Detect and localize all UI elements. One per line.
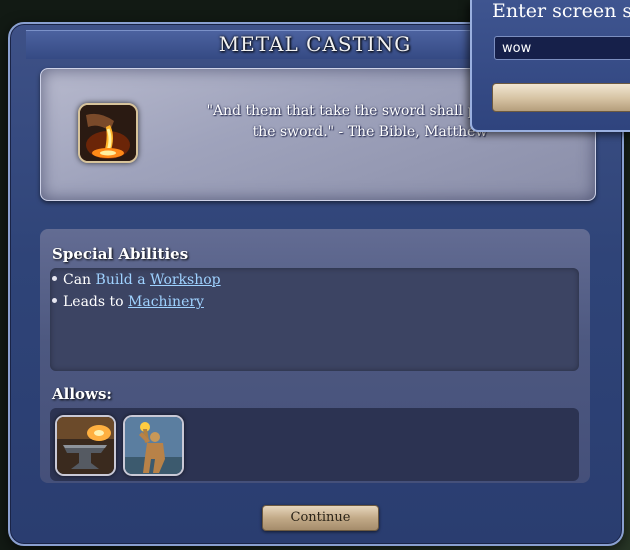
workshop-link[interactable]: Workshop — [150, 272, 221, 288]
ability-item: Can Build a Workshop — [52, 272, 221, 288]
special-abilities-heading: Special Abilities — [52, 245, 189, 263]
dialog-confirm-button[interactable] — [492, 83, 630, 112]
colossus-statue-icon[interactable] — [123, 415, 184, 476]
forge-anvil-icon[interactable] — [55, 415, 116, 476]
build-link-text[interactable]: Build a — [96, 272, 150, 288]
screenshot-dialog: Enter screen sh wow — [470, 0, 630, 132]
dialog-title: Enter screen sh — [492, 0, 630, 22]
ability-prefix: Leads to — [63, 294, 129, 310]
ability-prefix: Can — [63, 272, 96, 288]
bullet-icon — [52, 297, 57, 303]
metal-casting-icon — [78, 103, 138, 163]
continue-button[interactable]: Continue — [262, 505, 379, 531]
allows-heading: Allows: — [52, 385, 112, 403]
ability-item: Leads to Machinery — [52, 294, 204, 310]
screenshot-name-input[interactable]: wow — [494, 36, 630, 60]
machinery-link[interactable]: Machinery — [128, 294, 204, 310]
bullet-icon — [52, 275, 57, 281]
